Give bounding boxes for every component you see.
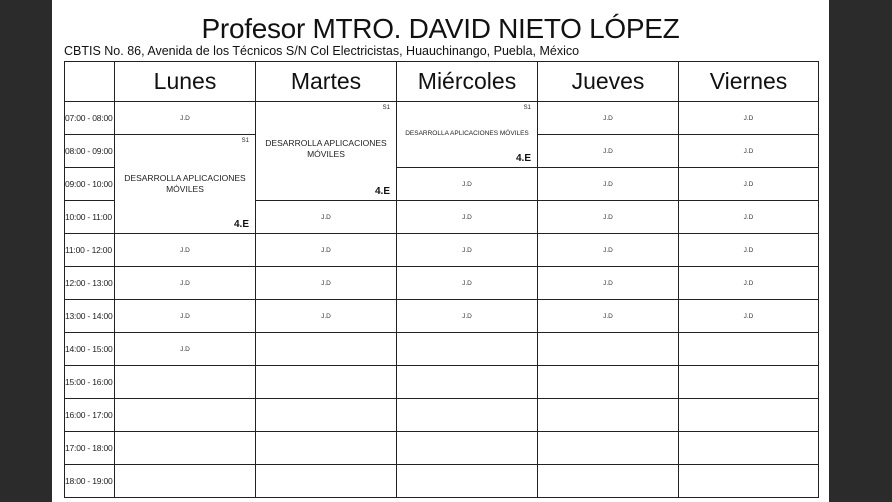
time-slot: 13:00 - 14:00 [64,299,115,333]
page-title: Profesor MTRO. DAVID NIETO LÓPEZ [201,13,680,44]
jd-cell: J.D [678,200,819,234]
empty-cell [396,398,538,432]
jd-cell: J.D [678,101,819,135]
viewer-left-margin [0,0,52,502]
time-slot: 11:00 - 12:00 [64,233,115,267]
jd-cell: J.D [537,167,679,201]
jd-cell: J.D [114,299,256,333]
jd-cell: J.D [678,266,819,300]
jd-cell: J.D [396,167,538,201]
class-block: S1 DESARROLLA APLICACIONES MÓVILES 4.E [114,134,256,234]
empty-cell [537,332,679,366]
group-label: 4.E [233,219,249,230]
jd-cell: J.D [537,233,679,267]
group-label: 4.E [374,186,390,197]
jd-cell: J.D [396,266,538,300]
viewer-right-margin [829,0,892,502]
room-label: S1 [523,105,531,111]
empty-cell [255,431,397,465]
corner-cell [64,61,115,102]
jd-cell: J.D [396,200,538,234]
table-row: 18:00 - 19:00 [64,464,819,498]
time-slot: 17:00 - 18:00 [64,431,115,465]
jd-cell: J.D [537,101,679,135]
jd-cell: J.D [255,266,397,300]
jd-cell: J.D [678,134,819,168]
jd-cell: J.D [114,233,256,267]
empty-cell [678,332,819,366]
time-slot: 08:00 - 09:00 [64,134,115,168]
table-row: 16:00 - 17:00 [64,398,819,432]
jd-cell: J.D [255,299,397,333]
table-row: 11:00 - 12:00 J.D J.D J.D J.D J.D [64,233,819,267]
empty-cell [396,365,538,399]
room-label: S1 [382,105,390,111]
empty-cell [255,365,397,399]
time-slot: 16:00 - 17:00 [64,398,115,432]
table-row: 17:00 - 18:00 [64,431,819,465]
subject-name: DESARROLLA APLICACIONES MÓVILES [405,130,529,137]
room-label: S1 [241,138,249,144]
empty-cell [537,464,679,498]
group-label: 4.E [515,153,531,164]
empty-cell [114,431,256,465]
table-row: 14:00 - 15:00 J.D [64,332,819,366]
day-header: Jueves [537,61,679,102]
empty-cell [114,398,256,432]
day-header: Lunes [114,61,256,102]
jd-cell: J.D [114,266,256,300]
school-address: CBTIS No. 86, Avenida de los Técnicos S/… [64,44,580,58]
time-slot: 15:00 - 16:00 [64,365,115,399]
empty-cell [678,431,819,465]
jd-cell: J.D [537,266,679,300]
jd-cell: J.D [537,299,679,333]
empty-cell [537,398,679,432]
empty-cell [255,332,397,366]
schedule-table: Lunes Martes Miércoles Jueves Viernes 07… [64,61,819,498]
empty-cell [678,398,819,432]
empty-cell [114,365,256,399]
day-header: Viernes [678,61,819,102]
jd-cell: J.D [537,200,679,234]
jd-cell: J.D [678,299,819,333]
document-page: Profesor MTRO. DAVID NIETO LÓPEZ CBTIS N… [52,0,829,502]
class-block: S1 DESARROLLA APLICACIONES MÓVILES 4.E [255,101,397,201]
empty-cell [114,464,256,498]
empty-cell [537,431,679,465]
jd-cell: J.D [255,233,397,267]
table-row: 13:00 - 14:00 J.D J.D J.D J.D J.D [64,299,819,333]
day-header-row: Lunes Martes Miércoles Jueves Viernes [64,61,819,102]
empty-cell [396,332,538,366]
empty-cell [537,365,679,399]
time-slot: 10:00 - 11:00 [64,200,115,234]
table-row: 15:00 - 16:00 [64,365,819,399]
class-block: S1 DESARROLLA APLICACIONES MÓVILES 4.E [396,101,538,168]
time-slot: 12:00 - 13:00 [64,266,115,300]
jd-cell: J.D [678,167,819,201]
jd-cell: J.D [114,332,256,366]
jd-cell: J.D [396,299,538,333]
time-slot: 07:00 - 08:00 [64,101,115,135]
empty-cell [255,464,397,498]
day-header: Miércoles [396,61,538,102]
jd-cell: J.D [396,233,538,267]
table-row: 12:00 - 13:00 J.D J.D J.D J.D J.D [64,266,819,300]
table-row: 07:00 - 08:00 J.D S1 DESARROLLA APLICACI… [64,101,819,201]
day-header: Martes [255,61,397,102]
subject-name: DESARROLLA APLICACIONES MÓVILES [124,173,246,194]
jd-cell: J.D [537,134,679,168]
empty-cell [396,431,538,465]
jd-cell: J.D [114,101,256,135]
empty-cell [678,365,819,399]
subject-name: DESARROLLA APLICACIONES MÓVILES [265,138,387,159]
empty-cell [678,464,819,498]
jd-cell: J.D [255,200,397,234]
time-slot: 14:00 - 15:00 [64,332,115,366]
jd-cell: J.D [678,233,819,267]
empty-cell [396,464,538,498]
time-slot: 09:00 - 10:00 [64,167,115,201]
time-slot: 18:00 - 19:00 [64,464,115,498]
empty-cell [255,398,397,432]
